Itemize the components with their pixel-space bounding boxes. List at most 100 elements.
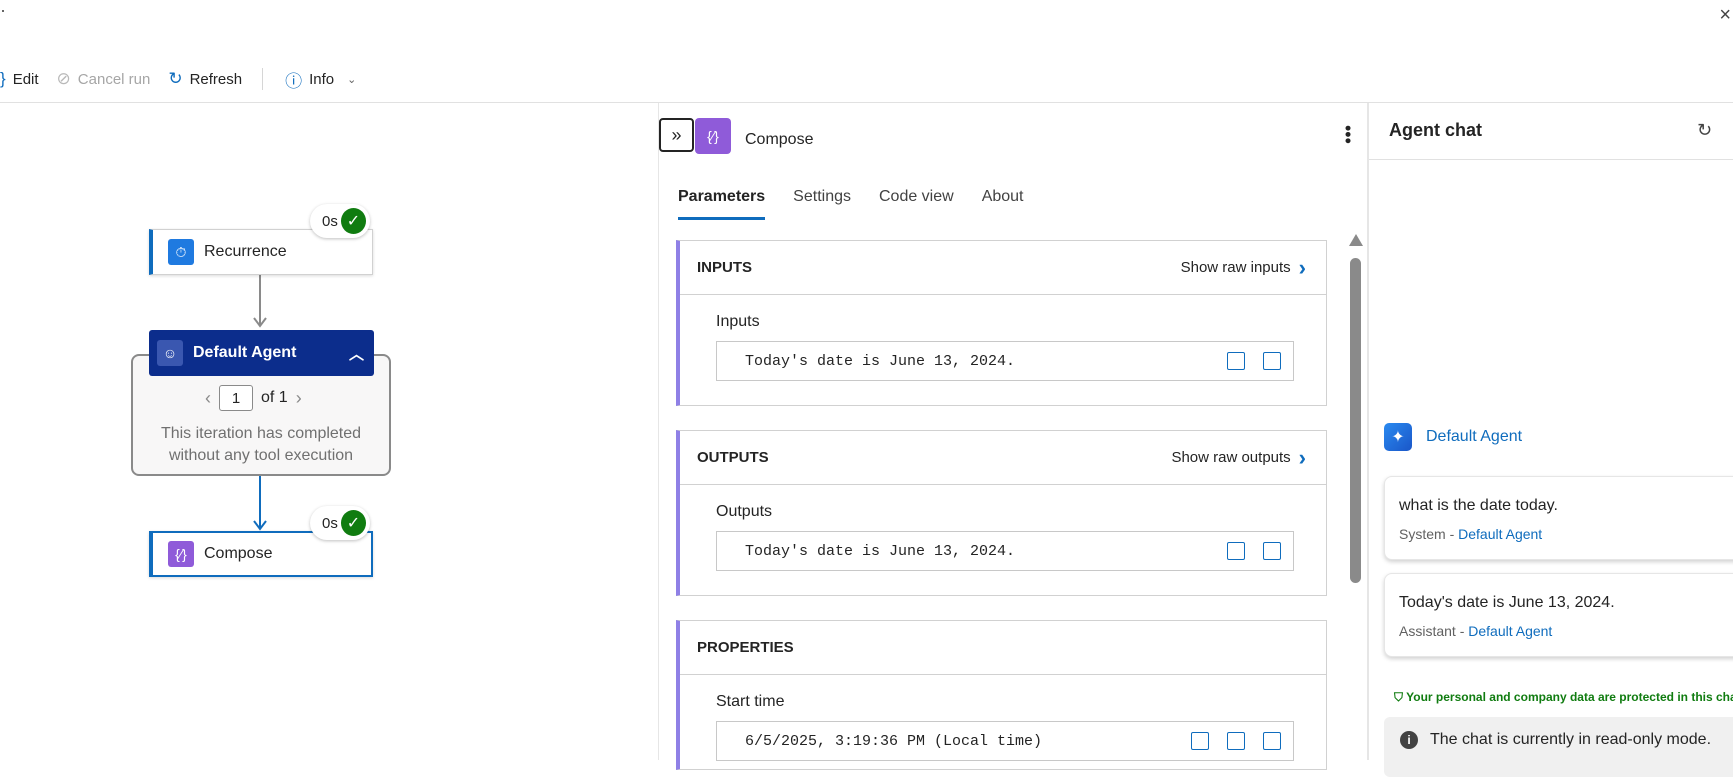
table-view-icon[interactable] [1227,352,1245,370]
data-protection-text: Your personal and company data are prote… [1406,690,1733,704]
clock-icon: ⏱ [168,239,194,265]
outputs-value-box[interactable]: Today's date is June 13, 2024. [716,531,1294,571]
properties-section: PROPERTIES Start time 6/5/2025, 3:19:36 … [676,620,1327,770]
shield-icon: ⛉ [1394,690,1404,704]
window-dot [2,10,4,12]
toolbar-separator [262,68,264,90]
chat-header-divider [1369,159,1733,160]
tab-about[interactable]: About [982,188,1024,220]
compose-node-label: Compose [204,545,273,562]
inputs-value-box[interactable]: Today's date is June 13, 2024. [716,341,1294,381]
copy-icon[interactable] [1263,732,1281,750]
chat-message-role: Assistant - [1399,623,1469,639]
sparkle-icon: ✦ [1384,423,1412,451]
outputs-header-label: OUTPUTS [697,449,769,466]
outputs-label: Outputs [716,503,773,520]
chat-message-meta: Assistant - Default Agent [1399,623,1733,639]
start-time-value: 6/5/2025, 3:19:36 PM (Local time) [745,732,1043,750]
refresh-button[interactable]: ↻ Refresh [168,69,242,89]
inputs-header: INPUTS Show raw inputs › [680,241,1326,295]
info-button[interactable]: ⓘ Info ⌄ [285,67,356,92]
outputs-header: OUTPUTS Show raw outputs › [680,431,1326,485]
toolbar: } Edit ⊘ Cancel run ↻ Refresh ⓘ Info ⌄ [0,64,374,94]
compose-duration: 0s [322,514,338,532]
success-check-icon: ✓ [340,208,366,234]
properties-header: PROPERTIES [680,621,1326,675]
chat-title: Agent chat [1389,120,1483,140]
chevron-right-icon[interactable]: › [296,388,302,409]
chat-message-role: System - [1399,526,1459,542]
iteration-message: This iteration has completed without any… [160,425,362,464]
inputs-value: Today's date is June 13, 2024. [745,352,1016,370]
copy-icon[interactable] [1263,542,1281,560]
inputs-section: INPUTS Show raw inputs › Inputs Today's … [676,240,1327,406]
recurrence-label: Recurrence [204,243,287,260]
compose-expression-icon: {⁄} [695,118,731,154]
chevron-down-icon: ⌄ [347,73,357,86]
recurrence-status-badge: 0s ✓ [310,204,370,238]
tab-code-view[interactable]: Code view [879,188,954,220]
chat-message: what is the date today. System - Default… [1384,476,1733,560]
chat-message-text: what is the date today. [1399,497,1558,514]
recurrence-duration: 0s [322,212,338,230]
double-chevron-right-icon: » [671,124,682,145]
copy-icon[interactable] [1263,352,1281,370]
edit-brace-icon: } [0,69,6,88]
chevron-right-icon: › [1298,254,1306,280]
panel-divider [658,103,659,760]
page-total: of 1 [261,389,288,406]
table-view-icon[interactable] [1227,732,1245,750]
outputs-value: Today's date is June 13, 2024. [745,542,1016,560]
iteration-pager: ‹ 1 of 1 › [205,385,302,411]
inputs-header-label: INPUTS [697,259,753,276]
info-label: Info [309,70,335,88]
chat-message-agent-link[interactable]: Default Agent [1458,526,1542,542]
more-options-icon[interactable]: ••• [1338,125,1358,144]
table-view-icon[interactable] [1227,542,1245,560]
compose-status-badge: 0s ✓ [310,506,370,540]
cancel-run-button[interactable]: ⊘ Cancel run [57,69,151,89]
data-protection-notice: ⛉ Your personal and company data are pro… [1394,690,1733,705]
page-input[interactable]: 1 [219,385,253,411]
start-time-label: Start time [716,693,785,710]
chat-refresh-icon[interactable]: ↻ [1697,120,1712,141]
success-check-icon: ✓ [340,510,366,536]
show-raw-inputs-label: Show raw inputs [1180,259,1291,276]
refresh-label: Refresh [189,70,243,88]
chat-divider [1367,103,1369,760]
chevron-left-icon[interactable]: ‹ [205,388,211,409]
refresh-icon: ↻ [168,69,183,88]
agent-icon: ☺ [157,340,183,366]
outputs-section: OUTPUTS Show raw outputs › Outputs Today… [676,430,1327,596]
readonly-notice: i The chat is currently in read-only mod… [1384,717,1733,777]
default-agent-node[interactable]: ☺ Default Agent ︿ [149,330,374,376]
readonly-text: The chat is currently in read-only mode. [1430,731,1712,748]
tab-parameters[interactable]: Parameters [678,188,766,220]
scroll-up-arrow[interactable] [1349,234,1363,246]
chat-message-agent-link[interactable]: Default Agent [1468,623,1552,639]
chat-agent-identity: ✦ Default Agent [1384,423,1522,451]
edit-button[interactable]: } Edit [0,69,39,89]
chat-message-text: Today's date is June 13, 2024. [1399,594,1615,611]
panel-tabs: Parameters Settings Code view About [678,188,1024,220]
show-raw-inputs-link[interactable]: Show raw inputs › [1181,255,1306,281]
chat-agent-name[interactable]: Default Agent [1426,428,1522,446]
info-icon: ⓘ [285,71,303,91]
chevron-right-icon: › [1298,444,1306,470]
tab-settings[interactable]: Settings [793,188,851,220]
show-raw-outputs-link[interactable]: Show raw outputs › [1171,445,1306,471]
chevron-up-icon[interactable]: ︿ [349,343,364,364]
collapse-panel-button[interactable]: » [659,118,694,152]
info-icon: i [1400,731,1418,749]
chat-message: Today's date is June 13, 2024. Assistant… [1384,573,1733,657]
calendar-clock-icon[interactable] [1191,732,1209,750]
panel-title[interactable]: Compose [745,131,813,149]
scrollbar-thumb[interactable] [1350,258,1361,583]
properties-header-label: PROPERTIES [697,639,794,656]
inputs-label: Inputs [716,313,760,330]
compose-expression-icon: {⁄} [168,541,194,567]
cancel-icon: ⊘ [56,69,71,88]
close-icon[interactable]: × [1719,4,1731,27]
start-time-value-box[interactable]: 6/5/2025, 3:19:36 PM (Local time) [716,721,1294,761]
cancel-label: Cancel run [77,70,151,88]
